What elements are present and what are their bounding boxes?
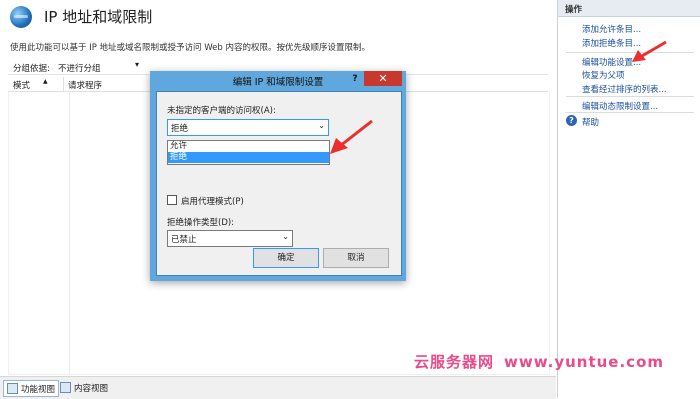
view-tabs-bar: 功能视图 内容视图 <box>0 376 556 399</box>
edit-ip-domain-settings-dialog: 编辑 IP 和域限制设置 ? ✕ 未指定的客户端的访问权(A): 拒绝 ⌄ 允许… <box>150 71 406 281</box>
column-header-mode[interactable]: 模式 <box>13 79 30 91</box>
help-link[interactable]: 帮助 <box>582 116 599 128</box>
edit-dynamic-restriction-link[interactable]: 编辑动态限制设置... <box>582 100 658 112</box>
watermark-url: www.yuntue.com <box>504 353 665 371</box>
group-by-select[interactable]: 不进行分组 <box>58 62 101 74</box>
deny-type-value: 已禁止 <box>171 235 197 245</box>
annotation-arrow <box>632 40 667 62</box>
page-title: IP 地址和域限制 <box>44 8 153 26</box>
deny-type-select[interactable]: 已禁止 ⌄ <box>167 230 293 247</box>
cancel-button[interactable]: 取消 <box>323 248 389 268</box>
access-label: 未指定的客户端的访问权(A): <box>167 106 276 116</box>
tab-features-view[interactable]: 功能视图 <box>3 380 60 397</box>
tab-content-view[interactable]: 内容视图 <box>60 380 108 395</box>
tab-content-view-label: 内容视图 <box>74 383 109 394</box>
ok-button[interactable]: 确定 <box>253 248 319 268</box>
proxy-mode-checkbox[interactable] <box>167 195 177 205</box>
deny-type-label: 拒绝操作类型(D): <box>167 218 235 228</box>
annotation-arrow <box>330 119 373 154</box>
view-ordered-list-link[interactable]: 查看经过排序的列表... <box>582 83 667 95</box>
sort-ascending-icon: ▲ <box>43 78 48 85</box>
access-select[interactable]: 拒绝 ⌄ <box>167 119 329 136</box>
content-view-icon <box>60 382 71 393</box>
access-dropdown-list: 允许 拒绝 <box>167 140 330 165</box>
help-icon[interactable]: ? <box>566 115 577 126</box>
actions-pane: 操作 添加允许条目... 添加拒绝条目... 编辑功能设置... 恢复为父项 查… <box>557 0 700 398</box>
actions-divider <box>566 96 694 97</box>
column-divider-line <box>69 92 70 374</box>
close-button[interactable]: ✕ <box>364 71 402 86</box>
watermark-brand: 云服务器网 <box>414 353 495 371</box>
chevron-down-icon[interactable]: ⌄ <box>318 121 325 130</box>
revert-to-parent-link[interactable]: 恢复为父项 <box>582 69 625 81</box>
features-view-icon <box>7 383 18 394</box>
add-allow-entry-link[interactable]: 添加允许条目... <box>582 23 641 35</box>
actions-header: 操作 <box>558 0 700 17</box>
column-header-requester[interactable]: 请求程序 <box>68 79 102 91</box>
column-divider[interactable] <box>63 77 64 91</box>
tab-features-view-label: 功能视图 <box>21 384 56 395</box>
chevron-down-icon[interactable]: ⌄ <box>282 232 289 241</box>
access-option-allow[interactable]: 允许 <box>168 141 329 152</box>
page-description: 使用此功能可以基于 IP 地址或域名限制或授予访问 Web 内容的权限。按优先级… <box>10 43 370 53</box>
access-option-deny[interactable]: 拒绝 <box>168 152 329 163</box>
globe-icon <box>10 6 32 28</box>
actions-divider <box>566 112 694 113</box>
proxy-mode-label[interactable]: 启用代理模式(P) <box>181 195 244 207</box>
group-by-label: 分组依据: <box>13 64 50 74</box>
watermark: 云服务器网 www.yuntue.com <box>414 351 664 372</box>
actions-title: 操作 <box>565 5 583 15</box>
dropdown-arrow-icon[interactable]: ▾ <box>135 60 139 69</box>
help-button[interactable]: ? <box>348 73 362 85</box>
access-select-value: 拒绝 <box>171 124 189 134</box>
